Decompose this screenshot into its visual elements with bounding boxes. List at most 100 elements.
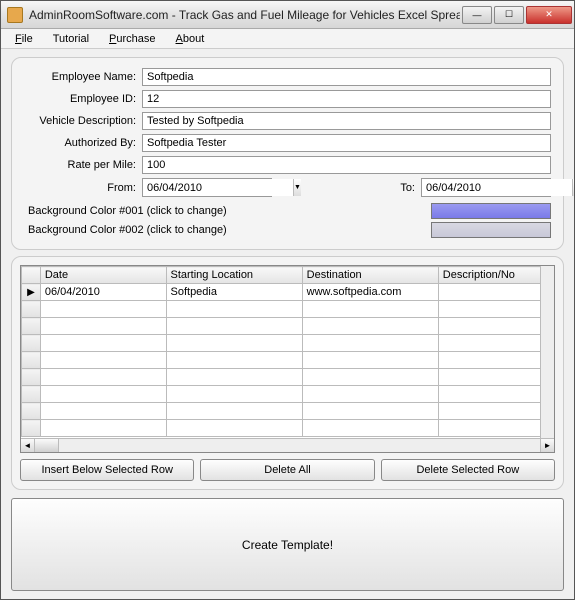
table-cell[interactable] xyxy=(302,420,438,437)
row-marker[interactable] xyxy=(22,369,41,386)
employee-id-field[interactable] xyxy=(142,90,551,108)
table-cell[interactable] xyxy=(302,318,438,335)
column-header[interactable]: Destination xyxy=(302,267,438,284)
from-date-picker[interactable]: ▼ xyxy=(142,178,272,197)
scroll-left-icon[interactable]: ◄ xyxy=(21,439,35,452)
label-employee-id: Employee ID: xyxy=(24,93,142,105)
table-cell[interactable] xyxy=(438,335,553,352)
table-cell[interactable] xyxy=(438,403,553,420)
table-cell[interactable] xyxy=(40,335,166,352)
table-row[interactable] xyxy=(22,352,554,369)
table-cell[interactable] xyxy=(166,352,302,369)
scroll-right-icon[interactable]: ► xyxy=(540,439,554,452)
table-cell[interactable] xyxy=(438,369,553,386)
table-cell[interactable] xyxy=(166,369,302,386)
row-marker[interactable] xyxy=(22,386,41,403)
table-cell[interactable]: Softpedia xyxy=(166,284,302,301)
row-marker[interactable]: ▶ xyxy=(22,284,41,301)
table-row[interactable] xyxy=(22,403,554,420)
row-marker[interactable] xyxy=(22,352,41,369)
rate-per-mile-field[interactable] xyxy=(142,156,551,174)
bg-color-1-swatch[interactable] xyxy=(431,203,551,219)
table-cell[interactable] xyxy=(40,352,166,369)
from-date-dropdown-icon[interactable]: ▼ xyxy=(293,179,301,196)
table-cell[interactable] xyxy=(302,386,438,403)
delete-all-button[interactable]: Delete All xyxy=(200,459,374,481)
table-cell[interactable] xyxy=(40,369,166,386)
table-cell[interactable] xyxy=(438,386,553,403)
table-cell[interactable] xyxy=(166,318,302,335)
delete-selected-button[interactable]: Delete Selected Row xyxy=(381,459,555,481)
data-grid[interactable]: DateStarting LocationDestinationDescript… xyxy=(20,265,555,453)
table-row[interactable] xyxy=(22,420,554,437)
maximize-button[interactable]: ☐ xyxy=(494,6,524,24)
table-cell[interactable] xyxy=(302,301,438,318)
row-marker[interactable] xyxy=(22,403,41,420)
column-header[interactable]: Description/No xyxy=(438,267,553,284)
menu-file[interactable]: File xyxy=(5,31,43,47)
label-rate-per-mile: Rate per Mile: xyxy=(24,159,142,171)
scroll-thumb[interactable] xyxy=(35,439,59,452)
minimize-button[interactable]: — xyxy=(462,6,492,24)
horizontal-scrollbar[interactable]: ◄ ► xyxy=(21,438,554,452)
table-cell[interactable] xyxy=(40,301,166,318)
table-cell[interactable] xyxy=(302,369,438,386)
table-cell[interactable] xyxy=(166,335,302,352)
menu-about[interactable]: About xyxy=(166,31,215,47)
bg-color-1-label: Background Color #001 (click to change) xyxy=(24,205,431,217)
insert-row-button[interactable]: Insert Below Selected Row xyxy=(20,459,194,481)
from-date-field[interactable] xyxy=(143,179,293,196)
table-cell[interactable] xyxy=(166,301,302,318)
scroll-track[interactable] xyxy=(59,439,540,452)
table-row[interactable] xyxy=(22,335,554,352)
column-header[interactable]: Starting Location xyxy=(166,267,302,284)
table-cell[interactable]: 06/04/2010 xyxy=(40,284,166,301)
vertical-scrollbar[interactable] xyxy=(540,266,554,438)
menubar: File Tutorial Purchase About xyxy=(1,29,574,49)
create-template-button[interactable]: Create Template! xyxy=(11,498,564,591)
menu-purchase[interactable]: Purchase xyxy=(99,31,165,47)
vehicle-description-field[interactable] xyxy=(142,112,551,130)
row-marker[interactable] xyxy=(22,335,41,352)
label-to: To: xyxy=(351,182,421,194)
table-cell[interactable] xyxy=(438,352,553,369)
to-date-dropdown-icon[interactable]: ▼ xyxy=(572,179,574,196)
table-cell[interactable] xyxy=(438,301,553,318)
titlebar[interactable]: AdminRoomSoftware.com - Track Gas and Fu… xyxy=(1,1,574,29)
close-button[interactable]: ✕ xyxy=(526,6,572,24)
table-cell[interactable] xyxy=(438,420,553,437)
table-cell[interactable] xyxy=(40,386,166,403)
table-cell[interactable] xyxy=(40,420,166,437)
grid-group: DateStarting LocationDestinationDescript… xyxy=(11,256,564,490)
grid-button-row: Insert Below Selected Row Delete All Del… xyxy=(20,459,555,481)
table-row[interactable] xyxy=(22,369,554,386)
table-cell[interactable] xyxy=(40,403,166,420)
table-row[interactable] xyxy=(22,318,554,335)
table-row[interactable]: ▶06/04/2010Softpediawww.softpedia.com xyxy=(22,284,554,301)
table-cell[interactable] xyxy=(302,352,438,369)
menu-tutorial[interactable]: Tutorial xyxy=(43,31,99,47)
table-cell[interactable] xyxy=(166,420,302,437)
table-cell[interactable] xyxy=(302,335,438,352)
table-cell[interactable] xyxy=(166,386,302,403)
to-date-field[interactable] xyxy=(422,179,572,196)
table-cell[interactable] xyxy=(166,403,302,420)
label-employee-name: Employee Name: xyxy=(24,71,142,83)
table-row[interactable] xyxy=(22,386,554,403)
window-title: AdminRoomSoftware.com - Track Gas and Fu… xyxy=(29,8,460,22)
table-cell[interactable] xyxy=(40,318,166,335)
row-marker[interactable] xyxy=(22,301,41,318)
column-header[interactable]: Date xyxy=(40,267,166,284)
employee-name-field[interactable] xyxy=(142,68,551,86)
table-cell[interactable] xyxy=(302,403,438,420)
table-row[interactable] xyxy=(22,301,554,318)
table-cell[interactable] xyxy=(438,284,553,301)
row-marker[interactable] xyxy=(22,318,41,335)
table-cell[interactable]: www.softpedia.com xyxy=(302,284,438,301)
authorized-by-field[interactable] xyxy=(142,134,551,152)
menu-label: ile xyxy=(22,33,33,45)
bg-color-2-swatch[interactable] xyxy=(431,222,551,238)
table-cell[interactable] xyxy=(438,318,553,335)
row-marker[interactable] xyxy=(22,420,41,437)
to-date-picker[interactable]: ▼ xyxy=(421,178,551,197)
